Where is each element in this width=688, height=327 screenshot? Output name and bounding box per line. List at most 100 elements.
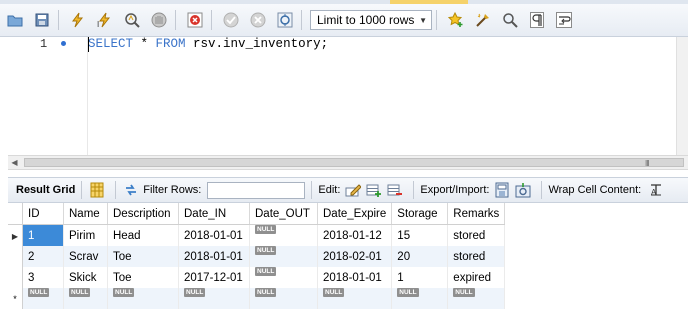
cell-remarks[interactable]: NULL [447, 287, 506, 309]
cell-date-expire[interactable]: 2018-01-01 [317, 267, 393, 288]
import-button[interactable] [514, 181, 532, 199]
row-selector[interactable]: ▶ [8, 224, 23, 246]
code-line-1[interactable]: SELECT * FROM rsv.inv_inventory; [88, 37, 328, 51]
open-file-button[interactable] [3, 8, 27, 32]
cell-name[interactable]: Skick [63, 267, 108, 288]
sql-editor[interactable]: 1 SELECT * FROM rsv.inv_inventory; [0, 37, 688, 155]
select-star: * [133, 37, 156, 51]
new-row-marker: * [8, 288, 23, 309]
keyword-from: FROM [155, 37, 186, 51]
refresh-icon [126, 184, 137, 196]
wrap-cell-content-button[interactable]: A [647, 181, 665, 199]
table-row[interactable]: 3 Skick Toe 2017-12-01 NULL 2018-01-01 1… [8, 266, 506, 288]
export-button[interactable] [493, 181, 511, 199]
cell-description[interactable]: NULL [107, 287, 179, 309]
column-header-description[interactable]: Description [107, 203, 179, 225]
cell-storage[interactable]: 1 [391, 267, 449, 288]
cell-date-in[interactable]: NULL [178, 287, 250, 309]
keyword-select: SELECT [88, 37, 134, 51]
cell-description[interactable]: Toe [107, 267, 179, 288]
header-row: ID Name Description Date_IN Date_OUT Dat… [8, 203, 506, 225]
cell-date-out[interactable]: NULL [249, 245, 318, 267]
cell-description[interactable]: Head [107, 224, 179, 246]
cell-date-expire[interactable]: 2018-01-12 [317, 224, 393, 246]
table-row[interactable]: 2 Scrav Toe 2018-01-01 NULL 2018-02-01 2… [8, 245, 506, 267]
cell-id[interactable]: 3 [22, 267, 64, 288]
editor-vertical-scrollbar[interactable] [676, 37, 688, 155]
table-row[interactable]: ▶ 1 Pirim Head 2018-01-01 NULL 2018-01-1… [8, 224, 506, 246]
explain-button[interactable] [120, 8, 144, 32]
column-header-id[interactable]: ID [22, 203, 64, 225]
edit-label: Edit: [318, 184, 341, 196]
row-selector[interactable] [8, 267, 23, 288]
stop-icon [151, 12, 167, 28]
row-limit-select[interactable]: Limit to 1000 rows ▼ [310, 10, 432, 30]
cell-name[interactable]: NULL [63, 287, 108, 309]
delete-row-button[interactable] [386, 181, 404, 199]
cell-description[interactable]: Toe [107, 246, 179, 267]
cell-remarks[interactable]: stored [447, 224, 506, 246]
text-cursor [88, 37, 89, 52]
toolbar-separator [211, 10, 212, 30]
null-badge: NULL [397, 287, 419, 297]
refresh-button[interactable] [122, 181, 140, 199]
invisible-chars-button[interactable] [525, 8, 549, 32]
cell-storage[interactable]: 20 [391, 246, 449, 267]
wrap-lines-button[interactable] [552, 8, 576, 32]
cell-id[interactable]: NULL [22, 287, 64, 309]
column-header-date-in[interactable]: Date_IN [178, 203, 250, 225]
cell-name[interactable]: Pirim [63, 224, 108, 246]
cell-id[interactable]: 1 [22, 224, 64, 246]
chevron-down-icon: ▼ [419, 15, 427, 25]
row-header-corner [8, 203, 23, 225]
grid-layout-button[interactable] [88, 181, 106, 199]
new-row[interactable]: * NULL NULL NULL NULL NULL NULL NULL NUL… [8, 287, 506, 309]
toggle-continue-on-error-button[interactable] [183, 8, 207, 32]
row-selector[interactable] [8, 246, 23, 267]
cell-name[interactable]: Scrav [63, 246, 108, 267]
cell-date-in[interactable]: 2017-12-01 [178, 267, 250, 288]
cell-date-in[interactable]: 2018-01-01 [178, 224, 250, 246]
explain-icon [125, 13, 140, 28]
rollback-button[interactable] [246, 8, 270, 32]
autocommit-button[interactable] [273, 8, 297, 32]
cell-storage[interactable]: 15 [391, 224, 449, 246]
cell-date-out[interactable]: NULL [249, 266, 318, 288]
autocommit-icon [277, 12, 293, 28]
cell-storage[interactable]: NULL [391, 287, 449, 309]
cell-date-out[interactable]: NULL [249, 224, 318, 246]
edit-row-button[interactable] [344, 181, 362, 199]
cell-id[interactable]: 2 [22, 246, 64, 267]
cell-date-out[interactable]: NULL [249, 287, 318, 309]
column-header-name[interactable]: Name [63, 203, 108, 225]
find-button[interactable] [498, 8, 522, 32]
save-button[interactable] [30, 8, 54, 32]
filter-rows-input[interactable] [207, 181, 306, 199]
add-snippet-button[interactable] [444, 8, 468, 32]
cell-remarks[interactable]: stored [447, 246, 506, 267]
insert-row-icon [366, 184, 382, 197]
line-number-gutter: 1 [0, 37, 84, 155]
cell-date-expire[interactable]: NULL [317, 287, 393, 309]
commit-button[interactable] [219, 8, 243, 32]
toolbar-separator [58, 10, 59, 30]
toolbar-separator [311, 181, 313, 199]
result-grid-tab[interactable]: Result Grid [16, 184, 75, 196]
column-header-date-expire[interactable]: Date_Expire [317, 203, 393, 225]
execute-current-button[interactable]: I [93, 8, 117, 32]
column-header-remarks[interactable]: Remarks [447, 203, 506, 225]
cell-date-expire[interactable]: 2018-02-01 [317, 246, 393, 267]
toolbar-separator [175, 10, 176, 30]
current-row-arrow-icon: ▶ [11, 231, 19, 241]
cell-date-in[interactable]: 2018-01-01 [178, 246, 250, 267]
beautify-button[interactable] [471, 8, 495, 32]
insert-row-button[interactable] [365, 181, 383, 199]
column-header-storage[interactable]: Storage [391, 203, 449, 225]
cell-remarks[interactable]: expired [447, 267, 506, 288]
stop-button[interactable] [147, 8, 171, 32]
editor-horizontal-scrollbar[interactable]: ◀ III [8, 155, 688, 170]
execute-button[interactable] [66, 8, 90, 32]
column-header-date-out[interactable]: Date_OUT [249, 203, 318, 225]
scrollbar-thumb[interactable]: III [24, 158, 684, 168]
scroll-left-arrow-icon[interactable]: ◀ [8, 156, 21, 169]
